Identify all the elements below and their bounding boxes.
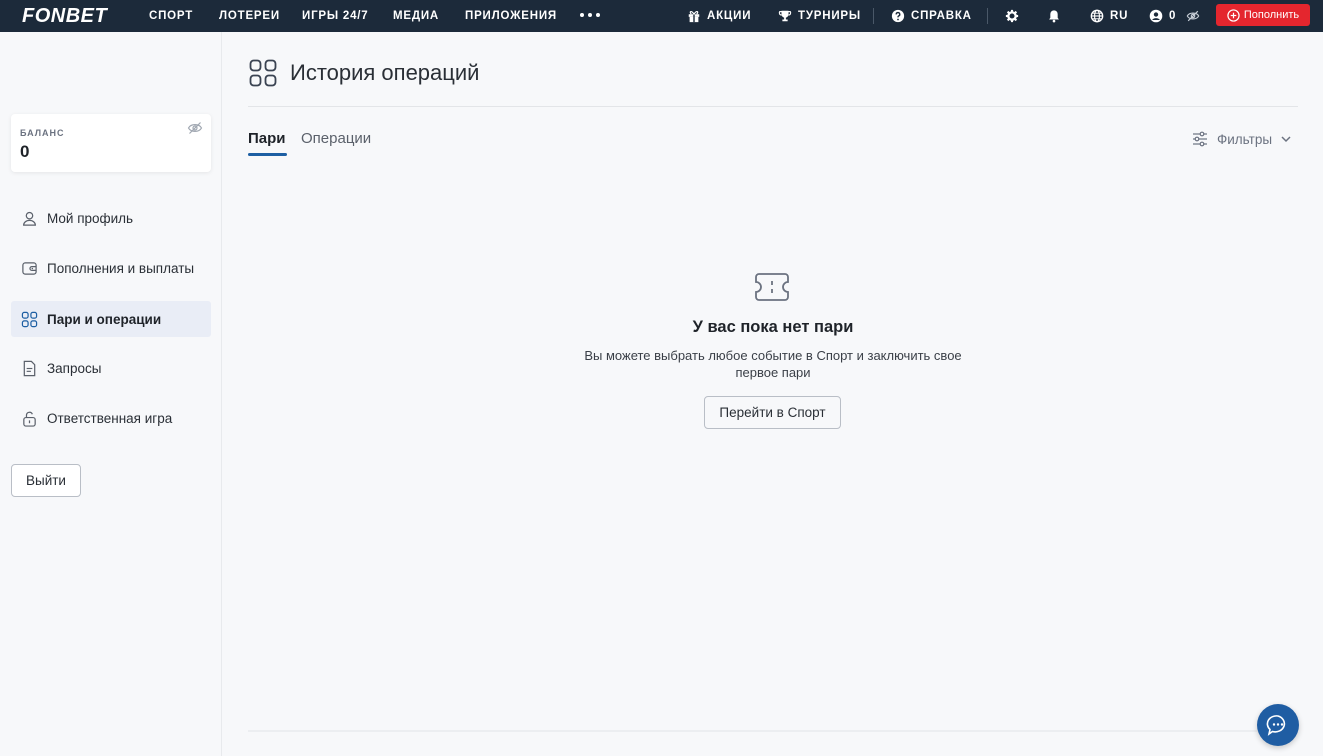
empty-state-text: Вы можете выбрать любое событие в Спорт …: [584, 348, 962, 380]
chevron-down-icon: [1281, 136, 1291, 143]
nav-lotteries[interactable]: ЛОТЕРЕИ: [219, 0, 280, 32]
sidebar: БАЛАНС 0 Мой профиль Пополнения и выплат…: [0, 32, 222, 756]
sidebar-item-payments[interactable]: Пополнения и выплаты: [11, 250, 211, 286]
trophy-icon: [778, 10, 792, 22]
deposit-button[interactable]: Пополнить: [1216, 4, 1310, 26]
more-menu-icon[interactable]: [580, 13, 600, 17]
chat-icon: [1266, 715, 1286, 736]
balance-value: 0: [20, 142, 30, 161]
active-tab-indicator: [248, 153, 287, 156]
ticket-icon: [755, 273, 789, 301]
page-title: История операций: [290, 60, 480, 85]
balance-card: БАЛАНС 0: [11, 114, 211, 172]
lock-icon: [23, 411, 36, 427]
wallet-icon: [22, 261, 37, 275]
notifications-button[interactable]: [1047, 0, 1061, 32]
sidebar-item-responsible-gaming[interactable]: Ответственная игра: [11, 400, 211, 436]
nav-sport[interactable]: СПОРТ: [149, 0, 193, 32]
sidebar-item-bets[interactable]: Пари и операции: [11, 301, 211, 337]
gear-icon: [1005, 9, 1019, 23]
sliders-icon: [1193, 131, 1207, 147]
plus-circle-icon: [1227, 8, 1240, 22]
user-icon: [23, 211, 36, 226]
bell-icon: [1049, 10, 1059, 23]
logout-button[interactable]: Выйти: [11, 464, 81, 497]
top-bar: FONBET СПОРТ ЛОТЕРЕИ ИГРЫ 24/7 МЕДИА ПРИ…: [0, 0, 1323, 32]
go-to-sport-button[interactable]: Перейти в Спорт: [704, 396, 841, 429]
help-label: СПРАВКА: [911, 10, 972, 22]
sidebar-item-label: Ответственная игра: [47, 410, 173, 426]
tournaments-label: ТУРНИРЫ: [798, 10, 861, 22]
chat-button[interactable]: [1257, 704, 1299, 746]
sidebar-item-label: Пари и операции: [47, 311, 162, 327]
main-content: История операций Пари Операции Фильтры У…: [223, 32, 1323, 756]
document-icon: [23, 360, 36, 376]
eye-off-icon[interactable]: [1186, 9, 1200, 23]
sidebar-item-profile[interactable]: Мой профиль: [11, 200, 211, 236]
settings-button[interactable]: [1005, 0, 1019, 32]
sidebar-item-label: Мой профиль: [47, 210, 134, 226]
footer-divider: [248, 730, 1298, 732]
sidebar-item-label: Пополнения и выплаты: [47, 260, 195, 276]
account-balance: 0: [1169, 10, 1177, 22]
user-avatar-icon: [1149, 9, 1163, 23]
balance-label: БАЛАНС: [20, 128, 65, 138]
language-label: RU: [1110, 10, 1129, 22]
help-link[interactable]: СПРАВКА: [891, 0, 972, 32]
language-selector[interactable]: RU: [1090, 0, 1128, 32]
tournaments-link[interactable]: ТУРНИРЫ: [778, 0, 861, 32]
account-menu[interactable]: 0: [1149, 0, 1200, 32]
sidebar-item-label: Запросы: [47, 360, 102, 376]
globe-icon: [1090, 9, 1104, 23]
promotions-link[interactable]: АКЦИИ: [687, 0, 751, 32]
nav-media[interactable]: МЕДИА: [393, 0, 439, 32]
gift-icon: [688, 11, 700, 23]
help-icon: [891, 9, 905, 23]
title-divider: [248, 106, 1298, 107]
sidebar-item-requests[interactable]: Запросы: [11, 350, 211, 386]
filters-button[interactable]: Фильтры: [1191, 129, 1292, 149]
filters-label: Фильтры: [1217, 131, 1273, 147]
tab-operations[interactable]: Операции: [301, 130, 371, 156]
fonbet-logo[interactable]: FONBET: [22, 5, 107, 27]
deposit-label: Пополнить: [1243, 9, 1300, 21]
empty-state-title: У вас пока нет пари: [692, 318, 854, 336]
eye-off-icon[interactable]: [187, 120, 203, 136]
top-bar-divider: [987, 8, 988, 24]
top-bar-divider: [873, 8, 874, 24]
grid-icon: [249, 59, 277, 87]
promotions-label: АКЦИИ: [707, 10, 752, 22]
nav-apps[interactable]: ПРИЛОЖЕНИЯ: [465, 0, 557, 32]
nav-games[interactable]: ИГРЫ 24/7: [302, 0, 369, 32]
grid-icon: [21, 311, 38, 327]
